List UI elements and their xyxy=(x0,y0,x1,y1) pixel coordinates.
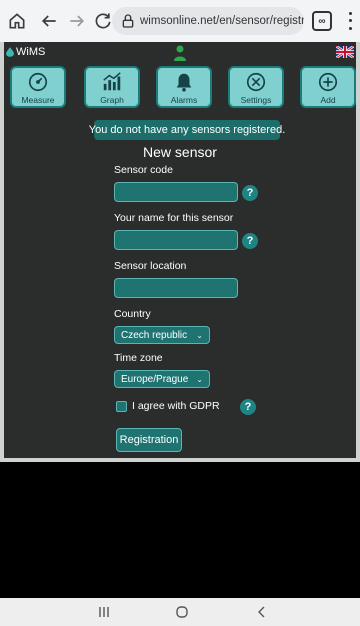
sensor-location-input[interactable] xyxy=(114,278,238,298)
timezone-value: Europe/Prague xyxy=(121,373,189,385)
app-topbar: WiMS xyxy=(4,42,356,64)
country-value: Czech republic xyxy=(121,329,188,341)
sensor-name-input[interactable] xyxy=(114,230,238,250)
nav-settings-button[interactable]: Settings xyxy=(228,66,284,108)
registration-button[interactable]: Registration xyxy=(116,428,182,452)
nav-add-label: Add xyxy=(320,95,336,105)
android-nav-bar xyxy=(0,598,360,626)
home-icon[interactable] xyxy=(2,6,32,36)
user-icon[interactable] xyxy=(174,45,186,61)
nav-measure-label: Measure xyxy=(21,95,55,105)
timezone-label: Time zone xyxy=(114,352,163,364)
address-bar[interactable]: wimsonline.net/en/sensor/registration?_f… xyxy=(112,7,304,35)
nav-graph-label: Graph xyxy=(100,95,124,105)
drop-logo-icon xyxy=(6,47,14,57)
sensor-code-help-icon[interactable]: ? xyxy=(242,185,258,201)
gdpr-checkbox[interactable] xyxy=(116,401,127,412)
back-button-icon[interactable] xyxy=(252,602,272,622)
lock-icon xyxy=(122,14,134,28)
timezone-select[interactable]: Europe/Prague ⌄ xyxy=(114,370,210,388)
bar-chart-icon xyxy=(103,72,121,91)
home-button-icon[interactable] xyxy=(172,602,192,622)
country-label: Country xyxy=(114,308,151,320)
gdpr-help-icon[interactable]: ? xyxy=(240,399,256,415)
nav-graph-button[interactable]: Graph xyxy=(84,66,140,108)
bell-icon xyxy=(176,73,192,92)
sensor-code-label: Sensor code xyxy=(114,164,173,176)
browser-toolbar: wimsonline.net/en/sensor/registration?_f… xyxy=(0,0,360,42)
tab-switcher-button[interactable]: ∞ xyxy=(312,11,332,31)
uk-flag-icon[interactable] xyxy=(336,46,354,58)
country-select[interactable]: Czech republic ⌄ xyxy=(114,326,210,344)
url-text: wimsonline.net/en/sensor/registration?_f… xyxy=(140,15,304,27)
nav-measure-button[interactable]: Measure xyxy=(10,66,66,108)
recent-apps-icon[interactable] xyxy=(94,602,114,622)
plus-circle-icon xyxy=(318,72,338,92)
brand-name: WiMS xyxy=(16,46,46,58)
gdpr-label: I agree with GDPR xyxy=(132,400,220,412)
sensor-name-label: Your name for this sensor xyxy=(114,212,234,224)
form-title: New sensor xyxy=(143,144,217,160)
sensor-location-label: Sensor location xyxy=(114,260,187,272)
nav-alarms-label: Alarms xyxy=(170,95,198,105)
nav-settings-label: Settings xyxy=(240,95,272,105)
sensor-name-help-icon[interactable]: ? xyxy=(242,233,258,249)
app-panel: WiMS Measure Graph Alarms Settings Add Y… xyxy=(0,42,360,462)
sensor-code-input[interactable] xyxy=(114,182,238,202)
gauge-icon xyxy=(28,72,48,92)
no-sensors-banner: You do not have any sensors registered. xyxy=(89,120,285,140)
overflow-menu-icon[interactable] xyxy=(344,10,356,32)
nav-alarms-button[interactable]: Alarms xyxy=(156,66,212,108)
chevron-down-icon: ⌄ xyxy=(196,374,203,384)
wrench-icon xyxy=(246,72,266,92)
chevron-down-icon: ⌄ xyxy=(196,330,203,340)
brand[interactable]: WiMS xyxy=(6,46,45,58)
main-nav: Measure Graph Alarms Settings Add xyxy=(8,66,356,110)
nav-add-button[interactable]: Add xyxy=(300,66,356,108)
back-arrow-icon[interactable] xyxy=(34,6,64,36)
